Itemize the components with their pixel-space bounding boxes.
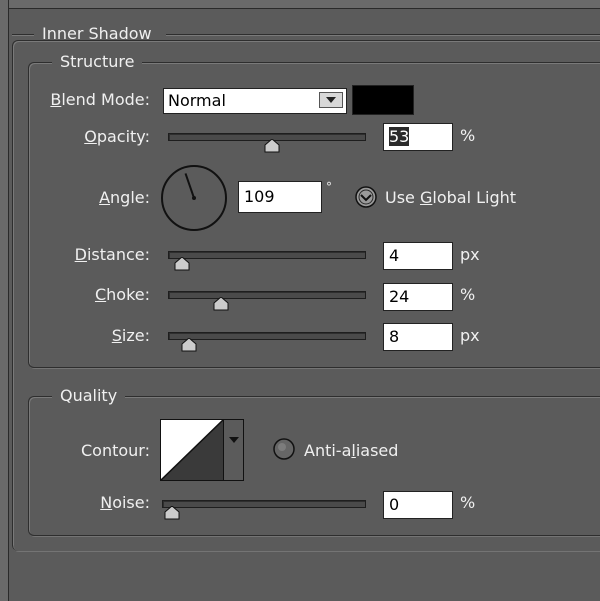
noise-slider[interactable] [162, 500, 366, 508]
degree-unit: ° [326, 180, 332, 194]
contour-curve-icon [160, 419, 224, 481]
opacity-input[interactable]: 53 [383, 123, 453, 151]
angle-value: 109 [244, 187, 275, 206]
size-unit: px [460, 326, 480, 345]
opacity-unit: % [460, 126, 476, 145]
distance-label: Distance: [74, 245, 150, 264]
opacity-value: 53 [389, 127, 410, 146]
size-input[interactable]: 8 [383, 323, 453, 351]
blend-mode-label: Blend Mode: [50, 90, 150, 109]
size-label: Size: [111, 326, 150, 345]
use-global-light-label: Use Global Light [385, 188, 517, 207]
noise-value: 0 [389, 495, 400, 514]
noise-label: Noise: [100, 493, 150, 512]
size-slider[interactable] [168, 332, 366, 340]
choke-unit: % [460, 285, 476, 304]
angle-dial[interactable] [160, 164, 228, 232]
contour-label: Contour: [81, 441, 150, 460]
noise-unit: % [460, 493, 476, 512]
quality-title: Quality [52, 386, 126, 406]
anti-aliased-checkbox[interactable] [272, 437, 296, 461]
contour-preview[interactable] [160, 419, 224, 481]
contour-dropdown-button[interactable] [223, 419, 244, 481]
structure-title: Structure [52, 52, 143, 72]
shadow-color-swatch[interactable] [352, 85, 414, 115]
use-global-light-checkbox[interactable] [355, 186, 377, 208]
size-value: 8 [389, 327, 400, 346]
distance-value: 4 [389, 246, 400, 265]
choke-value: 24 [389, 287, 410, 306]
chevron-down-icon[interactable] [319, 92, 343, 108]
window-top-edge [0, 0, 600, 9]
opacity-label: Opacity: [84, 127, 150, 146]
distance-input[interactable]: 4 [383, 242, 453, 270]
choke-slider-thumb[interactable] [213, 297, 229, 311]
distance-slider-thumb[interactable] [174, 257, 190, 271]
angle-label: Angle: [99, 188, 150, 207]
distance-slider[interactable] [168, 251, 366, 259]
choke-input[interactable]: 24 [383, 283, 453, 311]
anti-aliased-label: Anti-aliased [304, 441, 399, 460]
choke-label: Choke: [94, 285, 150, 304]
window-left-edge [0, 0, 9, 601]
size-slider-thumb[interactable] [181, 338, 197, 352]
choke-slider[interactable] [168, 291, 366, 299]
inner-shadow-rule-right [166, 34, 600, 36]
noise-input[interactable]: 0 [383, 491, 453, 519]
angle-input[interactable]: 109 [238, 181, 322, 213]
distance-unit: px [460, 245, 480, 264]
noise-slider-thumb[interactable] [164, 506, 180, 520]
quality-group [28, 396, 600, 536]
blend-mode-select[interactable]: Normal [163, 88, 347, 114]
blend-mode-value: Normal [168, 91, 226, 110]
opacity-slider-thumb[interactable] [264, 139, 280, 153]
